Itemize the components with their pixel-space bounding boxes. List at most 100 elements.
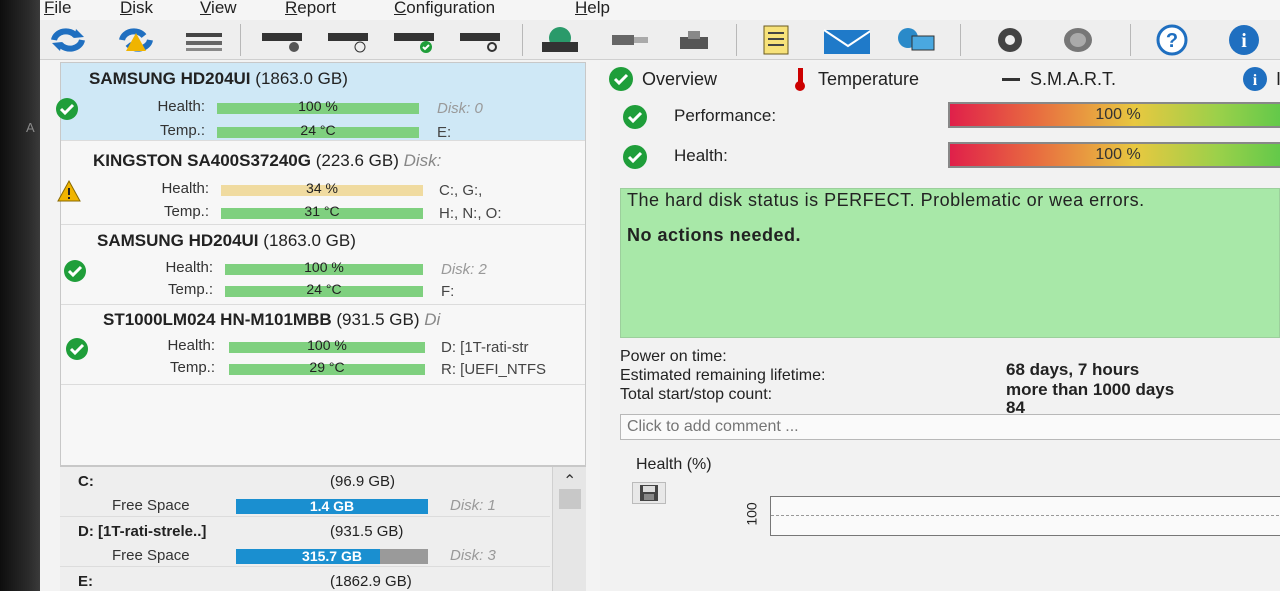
- drive-letters-2: H:, N:, O:: [439, 205, 502, 222]
- disk-list-button[interactable]: [180, 24, 228, 56]
- volume-name: D: [1T-rati-strele..]: [78, 523, 207, 540]
- volume-name: C:: [78, 473, 94, 490]
- temp-bar: 24 °C: [217, 123, 419, 138]
- hard-disk-sentinel-window: File Disk View Report Configuration Help: [40, 0, 1280, 591]
- ok-check-icon: [56, 98, 78, 120]
- info-icon: i: [1229, 25, 1259, 55]
- sound-button[interactable]: [1056, 24, 1104, 56]
- health-bar: 100 %: [225, 260, 423, 275]
- menu-view[interactable]: View: [200, 0, 237, 18]
- health-gauge: 100 %: [948, 142, 1280, 168]
- save-graph-button[interactable]: [632, 482, 666, 504]
- disk-check-button[interactable]: [390, 24, 438, 56]
- usb-disk-icon: [612, 35, 648, 45]
- network-disk-button[interactable]: [670, 24, 718, 56]
- volume-scrollbar[interactable]: ⌃: [552, 467, 586, 591]
- volume-size: (96.9 GB): [330, 473, 396, 490]
- performance-gauge: 100 %: [948, 102, 1280, 128]
- tab-overview[interactable]: Overview: [608, 66, 717, 92]
- drive-letters: C:, G:,: [439, 182, 483, 199]
- health-label: Health:: [161, 180, 209, 197]
- volume-name: E:: [78, 573, 93, 590]
- menu-configuration[interactable]: Configuration: [394, 0, 495, 18]
- disk-title: SAMSUNG HD204UI (1863.0 GB): [89, 69, 348, 88]
- network-computer-button[interactable]: [892, 24, 940, 56]
- volume-list-panel: C: (96.9 GB) Free Space 1.4 GB Disk: 1 D…: [60, 466, 586, 591]
- toolbar-separator: [960, 24, 961, 56]
- health-label: Health:: [167, 337, 215, 354]
- menu-disk[interactable]: Disk: [120, 0, 153, 18]
- volume-size: (931.5 GB): [330, 523, 404, 540]
- refresh-icon: [51, 28, 85, 52]
- temp-label: Temp.:: [163, 203, 209, 220]
- floppy-disk-icon: [640, 485, 658, 501]
- disk-clock-button[interactable]: [324, 24, 372, 56]
- scroll-thumb[interactable]: [559, 489, 581, 509]
- volume-disk: Disk: 1: [450, 497, 496, 514]
- comment-input[interactable]: [620, 414, 1280, 440]
- temp-bar: 24 °C: [225, 282, 423, 297]
- free-space-label: Free Space: [112, 547, 190, 564]
- tab-information[interactable]: i In: [1242, 66, 1280, 92]
- drive-letters: F:: [441, 283, 455, 300]
- refresh-button[interactable]: [44, 24, 92, 56]
- power-on-time-label: Power on time:: [620, 348, 727, 365]
- toolbar: ? i: [40, 20, 1280, 60]
- free-space-label: Free Space: [112, 497, 190, 514]
- disk-button[interactable]: [258, 24, 306, 56]
- performance-row: Performance: 100 %: [620, 102, 1280, 132]
- menu-file[interactable]: File: [44, 0, 71, 18]
- disk-entry[interactable]: SAMSUNG HD204UI (1863.0 GB) Health: 100 …: [61, 227, 585, 305]
- help-button[interactable]: ?: [1148, 24, 1196, 56]
- disk-title: SAMSUNG HD204UI (1863.0 GB): [97, 231, 356, 250]
- warning-icon: [57, 179, 81, 202]
- disk-clock-icon: [328, 33, 368, 53]
- temp-label: Temp.:: [169, 359, 215, 376]
- volume-entry[interactable]: E: (1862.9 GB): [60, 567, 550, 591]
- refresh-warning-button[interactable]: [112, 24, 160, 56]
- health-label: Health:: [157, 98, 205, 115]
- tab-temperature[interactable]: Temperature: [790, 66, 919, 92]
- tab-smart[interactable]: S.M.A.R.T.: [1000, 66, 1116, 92]
- network-computer-icon: [898, 28, 935, 51]
- disk-globe-button[interactable]: [536, 24, 584, 56]
- performance-label: Performance:: [674, 106, 777, 125]
- about-button[interactable]: i: [1220, 24, 1268, 56]
- disk-number: Disk: 2: [441, 261, 487, 278]
- temp-bar: 31 °C: [221, 204, 423, 219]
- volume-disk: Disk: 3: [450, 547, 496, 564]
- temp-label: Temp.:: [159, 122, 205, 139]
- usb-disk-button[interactable]: [606, 24, 654, 56]
- health-graph: [770, 496, 1280, 536]
- email-button[interactable]: [822, 24, 870, 56]
- disk-title: KINGSTON SA400S37240G (223.6 GB) Disk:: [93, 151, 442, 170]
- email-icon: [823, 29, 870, 54]
- disk-check-icon: [394, 33, 434, 53]
- toolbar-separator: [736, 24, 737, 56]
- volume-entry[interactable]: D: [1T-rati-strele..] (931.5 GB) Free Sp…: [60, 517, 550, 567]
- ok-check-icon: [609, 67, 633, 91]
- disk-list-panel: SAMSUNG HD204UI (1863.0 GB) Health: 100 …: [56, 62, 586, 466]
- notes-button[interactable]: [752, 24, 800, 56]
- volume-size: (1862.9 GB): [330, 573, 412, 590]
- notes-icon: [763, 25, 789, 55]
- disk-search-button[interactable]: [456, 24, 504, 56]
- drive-letters: D: [1T-rati-str: [441, 339, 529, 356]
- menu-help[interactable]: Help: [575, 0, 610, 18]
- graph-title: Health (%): [636, 456, 712, 473]
- disk-entry[interactable]: SAMSUNG HD204UI (1863.0 GB) Health: 100 …: [56, 63, 585, 141]
- power-on-time-value: 68 days, 7 hours: [1006, 360, 1140, 379]
- volume-entry[interactable]: C: (96.9 GB) Free Space 1.4 GB Disk: 1: [60, 467, 550, 517]
- settings-button[interactable]: [986, 24, 1034, 56]
- remaining-lifetime-label: Estimated remaining lifetime:: [620, 367, 826, 384]
- disk-entry[interactable]: ST1000LM024 HN-M101MBB (931.5 GB) Di Hea…: [61, 307, 585, 385]
- disk-entry[interactable]: KINGSTON SA400S37240G (223.6 GB) Disk: H…: [57, 147, 585, 225]
- disk-list-icon: [186, 33, 222, 51]
- menu-report[interactable]: Report: [285, 0, 336, 18]
- toolbar-separator: [240, 24, 241, 56]
- bezel-letter: A: [26, 120, 35, 135]
- scroll-up-icon[interactable]: ⌃: [563, 471, 576, 491]
- gear-icon: [998, 28, 1022, 52]
- toolbar-separator: [522, 24, 523, 56]
- disk-globe-icon: [542, 27, 578, 52]
